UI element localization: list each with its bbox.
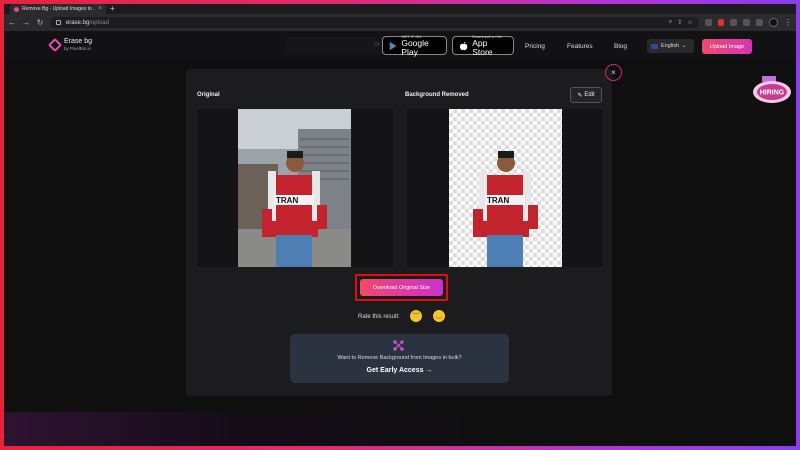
- removed-photo: TRAN: [473, 151, 538, 267]
- reload-icon[interactable]: ↻: [36, 18, 44, 27]
- faint-text: Or: [374, 42, 380, 48]
- url-text: erase.bg/upload: [66, 20, 109, 26]
- lock-icon: [55, 20, 61, 25]
- browser-tab[interactable]: Remove Bg - Upload Images to ... ×: [10, 4, 106, 14]
- google-play-button[interactable]: GET IT ON Google Play: [382, 34, 447, 57]
- happy-face-icon[interactable]: ◡: [433, 310, 445, 322]
- svg-text:TRAN: TRAN: [276, 196, 298, 205]
- close-modal-button[interactable]: ×: [605, 64, 622, 81]
- logo-byline: by PixelBin.io: [64, 46, 92, 51]
- extension-red-icon[interactable]: [717, 19, 725, 26]
- url-path: /upload: [89, 19, 109, 26]
- flag-icon: [651, 43, 658, 49]
- apple-icon: [459, 41, 468, 50]
- original-photo: TRAN: [238, 109, 351, 267]
- upload-image-button[interactable]: Upload Image: [702, 39, 752, 54]
- language-select[interactable]: English ⌄: [647, 39, 694, 53]
- pencil-icon: ✎: [577, 92, 583, 99]
- svg-text:TRAN: TRAN: [487, 196, 509, 205]
- google-play-label: Google Play: [401, 38, 429, 57]
- tab-strip: Remove Bg - Upload Images to ... × +: [4, 4, 796, 14]
- browser-window: Remove Bg - Upload Images to ... × + ← →…: [4, 4, 796, 446]
- puzzle-icon[interactable]: [743, 19, 751, 26]
- bulk-promo-card: Want to Remove Background from Images in…: [290, 334, 509, 383]
- language-label: English: [661, 43, 680, 49]
- nav-features[interactable]: Features: [567, 43, 593, 50]
- logo-icon: [47, 37, 63, 52]
- nav-blog[interactable]: Blog: [614, 43, 627, 50]
- removed-panel: TRAN: [407, 109, 603, 267]
- tab-close-icon[interactable]: ×: [98, 6, 102, 12]
- forward-icon[interactable]: →: [22, 18, 30, 27]
- rate-label: Rate this result:: [358, 314, 400, 320]
- transparent-background: TRAN: [449, 109, 562, 267]
- tab-title: Remove Bg - Upload Images to ...: [22, 6, 96, 12]
- edit-label: Edit: [584, 92, 595, 98]
- site-logo[interactable]: Erase bg by PixelBin.io: [47, 37, 93, 52]
- url-domain: erase.bg: [65, 19, 90, 26]
- bulk-text: Want to Remove Background from Images in…: [337, 355, 462, 361]
- app-store-button[interactable]: Download on the App Store: [452, 34, 514, 57]
- share-icon[interactable]: ⇪: [677, 19, 682, 26]
- sad-face-icon[interactable]: ︶: [410, 310, 422, 322]
- favicon-icon: [14, 6, 19, 12]
- extension-icon[interactable]: [730, 19, 738, 26]
- address-bar[interactable]: erase.bg/upload ⌕ ⇪ ☆: [49, 17, 699, 28]
- edit-button[interactable]: ✎ Edit: [570, 87, 602, 103]
- original-panel: TRAN: [197, 109, 393, 267]
- result-modal: Original Background Removed ✎ Edit TRAN …: [186, 69, 612, 396]
- download-highlight: Download Original Size: [355, 274, 448, 301]
- bottom-band: [4, 412, 796, 446]
- google-play-icon: [389, 41, 397, 50]
- removed-label: Background Removed: [405, 92, 469, 98]
- profile-avatar[interactable]: [769, 18, 778, 27]
- bulk-icon: [393, 340, 404, 351]
- browser-toolbar: ← → ↻ erase.bg/upload ⌕ ⇪ ☆ ⋮: [4, 14, 796, 31]
- app-store-label: App Store: [472, 38, 493, 57]
- extension-icon[interactable]: [704, 19, 712, 26]
- sidebar-icon[interactable]: [756, 19, 764, 26]
- nav-pricing[interactable]: Pricing: [525, 43, 545, 50]
- original-label: Original: [197, 92, 220, 98]
- logo-name: Erase bg: [64, 38, 93, 45]
- download-original-button[interactable]: Download Original Size: [360, 279, 443, 296]
- star-icon[interactable]: ☆: [687, 19, 692, 26]
- site-header: Erase bg by PixelBin.io Or GET IT ON Goo…: [4, 31, 796, 59]
- back-icon[interactable]: ←: [8, 18, 16, 27]
- menu-icon[interactable]: ⋮: [784, 18, 792, 27]
- header-faint-area: Or: [286, 37, 386, 54]
- get-early-access-link[interactable]: Get Early Access →: [290, 367, 509, 374]
- hiring-badge[interactable]: HIRING: [752, 76, 792, 106]
- chevron-down-icon: ⌄: [682, 43, 687, 49]
- search-icon[interactable]: ⌕: [669, 19, 672, 26]
- new-tab-button[interactable]: +: [110, 4, 115, 14]
- hiring-text: HIRING: [760, 90, 785, 97]
